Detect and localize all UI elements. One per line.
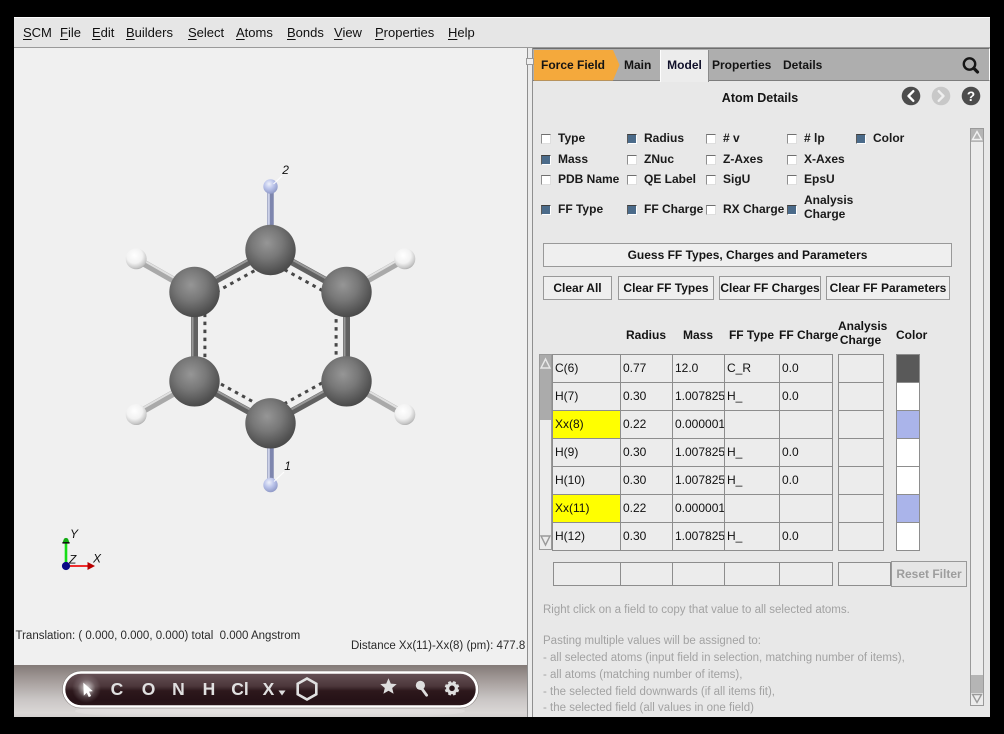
svg-text:H: H (203, 679, 216, 699)
svg-text:Y: Y (70, 527, 79, 541)
svg-text:C: C (111, 679, 124, 699)
svg-text:N: N (172, 679, 185, 699)
svg-text:X: X (92, 552, 102, 566)
svg-text:Cl: Cl (231, 679, 249, 699)
svg-text:X: X (263, 679, 275, 699)
svg-text:O: O (142, 679, 156, 699)
svg-text:Z: Z (68, 553, 77, 567)
svg-text:?: ? (967, 89, 975, 104)
svg-text:1: 1 (284, 459, 291, 473)
svg-text:2: 2 (281, 163, 289, 177)
